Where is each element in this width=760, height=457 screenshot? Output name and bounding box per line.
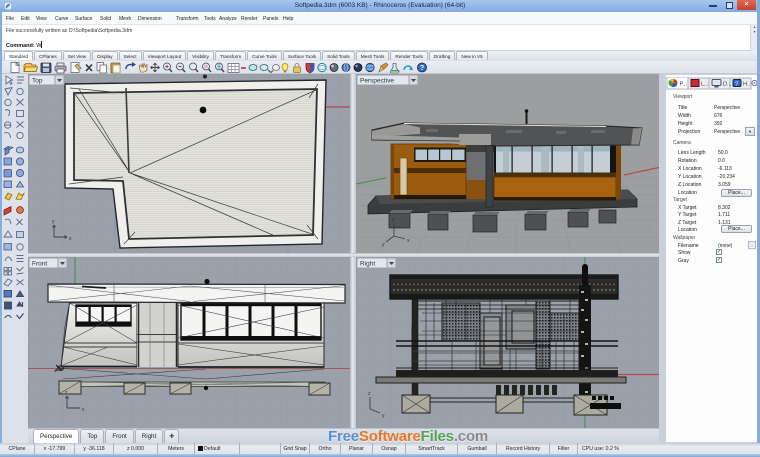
svg-text:Perspective: Perspective [360,78,394,85]
svg-text:Front: Front [32,261,47,268]
svg-text:?: ? [420,65,424,72]
svg-text:Top: Top [32,78,43,85]
svg-text:Right: Right [360,261,375,268]
